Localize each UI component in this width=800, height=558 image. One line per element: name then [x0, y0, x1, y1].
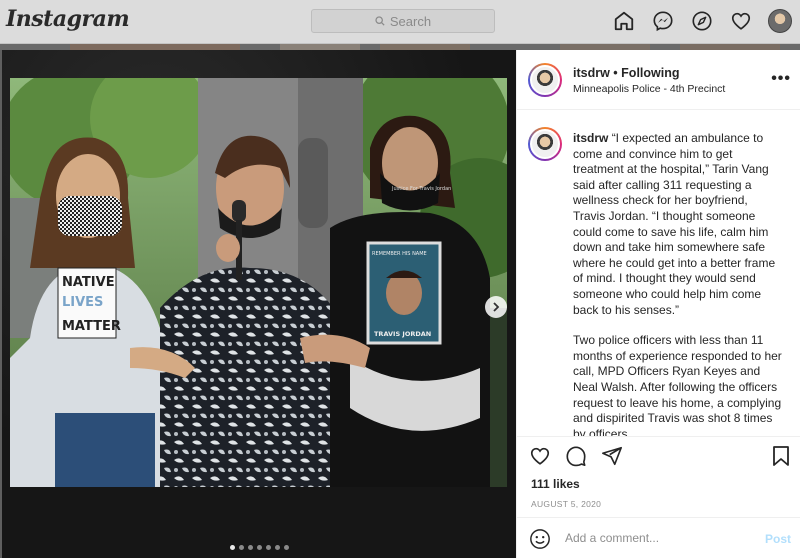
messenger-icon[interactable]	[651, 9, 675, 33]
post-caption: itsdrw “I expected an ambulance to come …	[573, 131, 783, 436]
nav-icons	[612, 9, 792, 33]
comment-bar: Post	[517, 517, 800, 558]
carousel-dot	[239, 545, 244, 550]
profile-avatar[interactable]	[768, 9, 792, 33]
shirt-text-native: NATIVE	[62, 275, 115, 290]
follow-separator: •	[613, 66, 618, 80]
author-username[interactable]: itsdrw	[573, 66, 610, 80]
bookmark-icon	[773, 446, 789, 466]
top-nav: Instagram Search	[0, 0, 800, 44]
carousel-next-button[interactable]	[485, 296, 507, 318]
post-comment-button[interactable]: Post	[765, 532, 791, 546]
post-header: itsdrw • Following Minneapolis Police - …	[517, 50, 800, 110]
post-photo[interactable]: NATIVE LIVES MATTER Justice For Travis J…	[10, 78, 507, 487]
search-placeholder: Search	[389, 13, 432, 29]
like-count[interactable]: 111 likes	[531, 477, 580, 491]
shirt-text-remember: REMEMBER HIS NAME	[372, 251, 427, 257]
caption-paragraph-2: Two police officers with less than 11 mo…	[573, 333, 782, 436]
post-location[interactable]: Minneapolis Police - 4th Precinct	[573, 83, 725, 95]
chevron-right-icon	[493, 302, 500, 312]
search-box[interactable]: Search	[311, 9, 495, 33]
author-line: itsdrw • Following	[573, 66, 680, 80]
caption-paragraph-1: “I expected an ambulance to come and con…	[573, 131, 776, 317]
post-side-panel: itsdrw • Following Minneapolis Police - …	[516, 50, 800, 558]
carousel-indicator	[230, 545, 289, 550]
shirt-text-matter: MATTER	[62, 319, 121, 334]
carousel-dot	[284, 545, 289, 550]
caption-avatar[interactable]	[528, 127, 562, 161]
carousel-dot	[257, 545, 262, 550]
explore-icon[interactable]	[690, 9, 714, 33]
carousel-dot	[230, 545, 235, 550]
caption-area: itsdrw “I expected an ambulance to come …	[517, 111, 800, 436]
carousel-dot	[275, 545, 280, 550]
share-icon[interactable]	[601, 445, 623, 467]
comment-input[interactable]	[565, 531, 755, 545]
instagram-logo[interactable]: Instagram	[6, 6, 130, 32]
following-button[interactable]: Following	[621, 66, 679, 80]
carousel-dot	[266, 545, 271, 550]
post-actions: 111 likes AUGUST 5, 2020 Post	[517, 436, 800, 556]
heart-icon[interactable]	[729, 9, 753, 33]
action-icons	[529, 445, 623, 467]
home-icon[interactable]	[612, 9, 636, 33]
save-button[interactable]	[771, 445, 791, 472]
author-avatar[interactable]	[528, 63, 562, 97]
search-icon	[375, 16, 385, 26]
emoji-icon[interactable]	[529, 528, 551, 550]
carousel-dot	[248, 545, 253, 550]
comment-icon[interactable]	[565, 445, 587, 467]
mask-text: Justice For Travis Jordan	[391, 186, 451, 192]
avatar	[768, 9, 792, 33]
post-date: AUGUST 5, 2020	[531, 499, 602, 509]
more-options-icon[interactable]: •••	[771, 70, 791, 88]
shirt-text-travis: TRAVIS JORDAN	[374, 330, 431, 338]
like-icon[interactable]	[529, 445, 551, 467]
caption-username[interactable]: itsdrw	[573, 131, 608, 145]
shirt-text-lives: LIVES	[62, 295, 103, 310]
